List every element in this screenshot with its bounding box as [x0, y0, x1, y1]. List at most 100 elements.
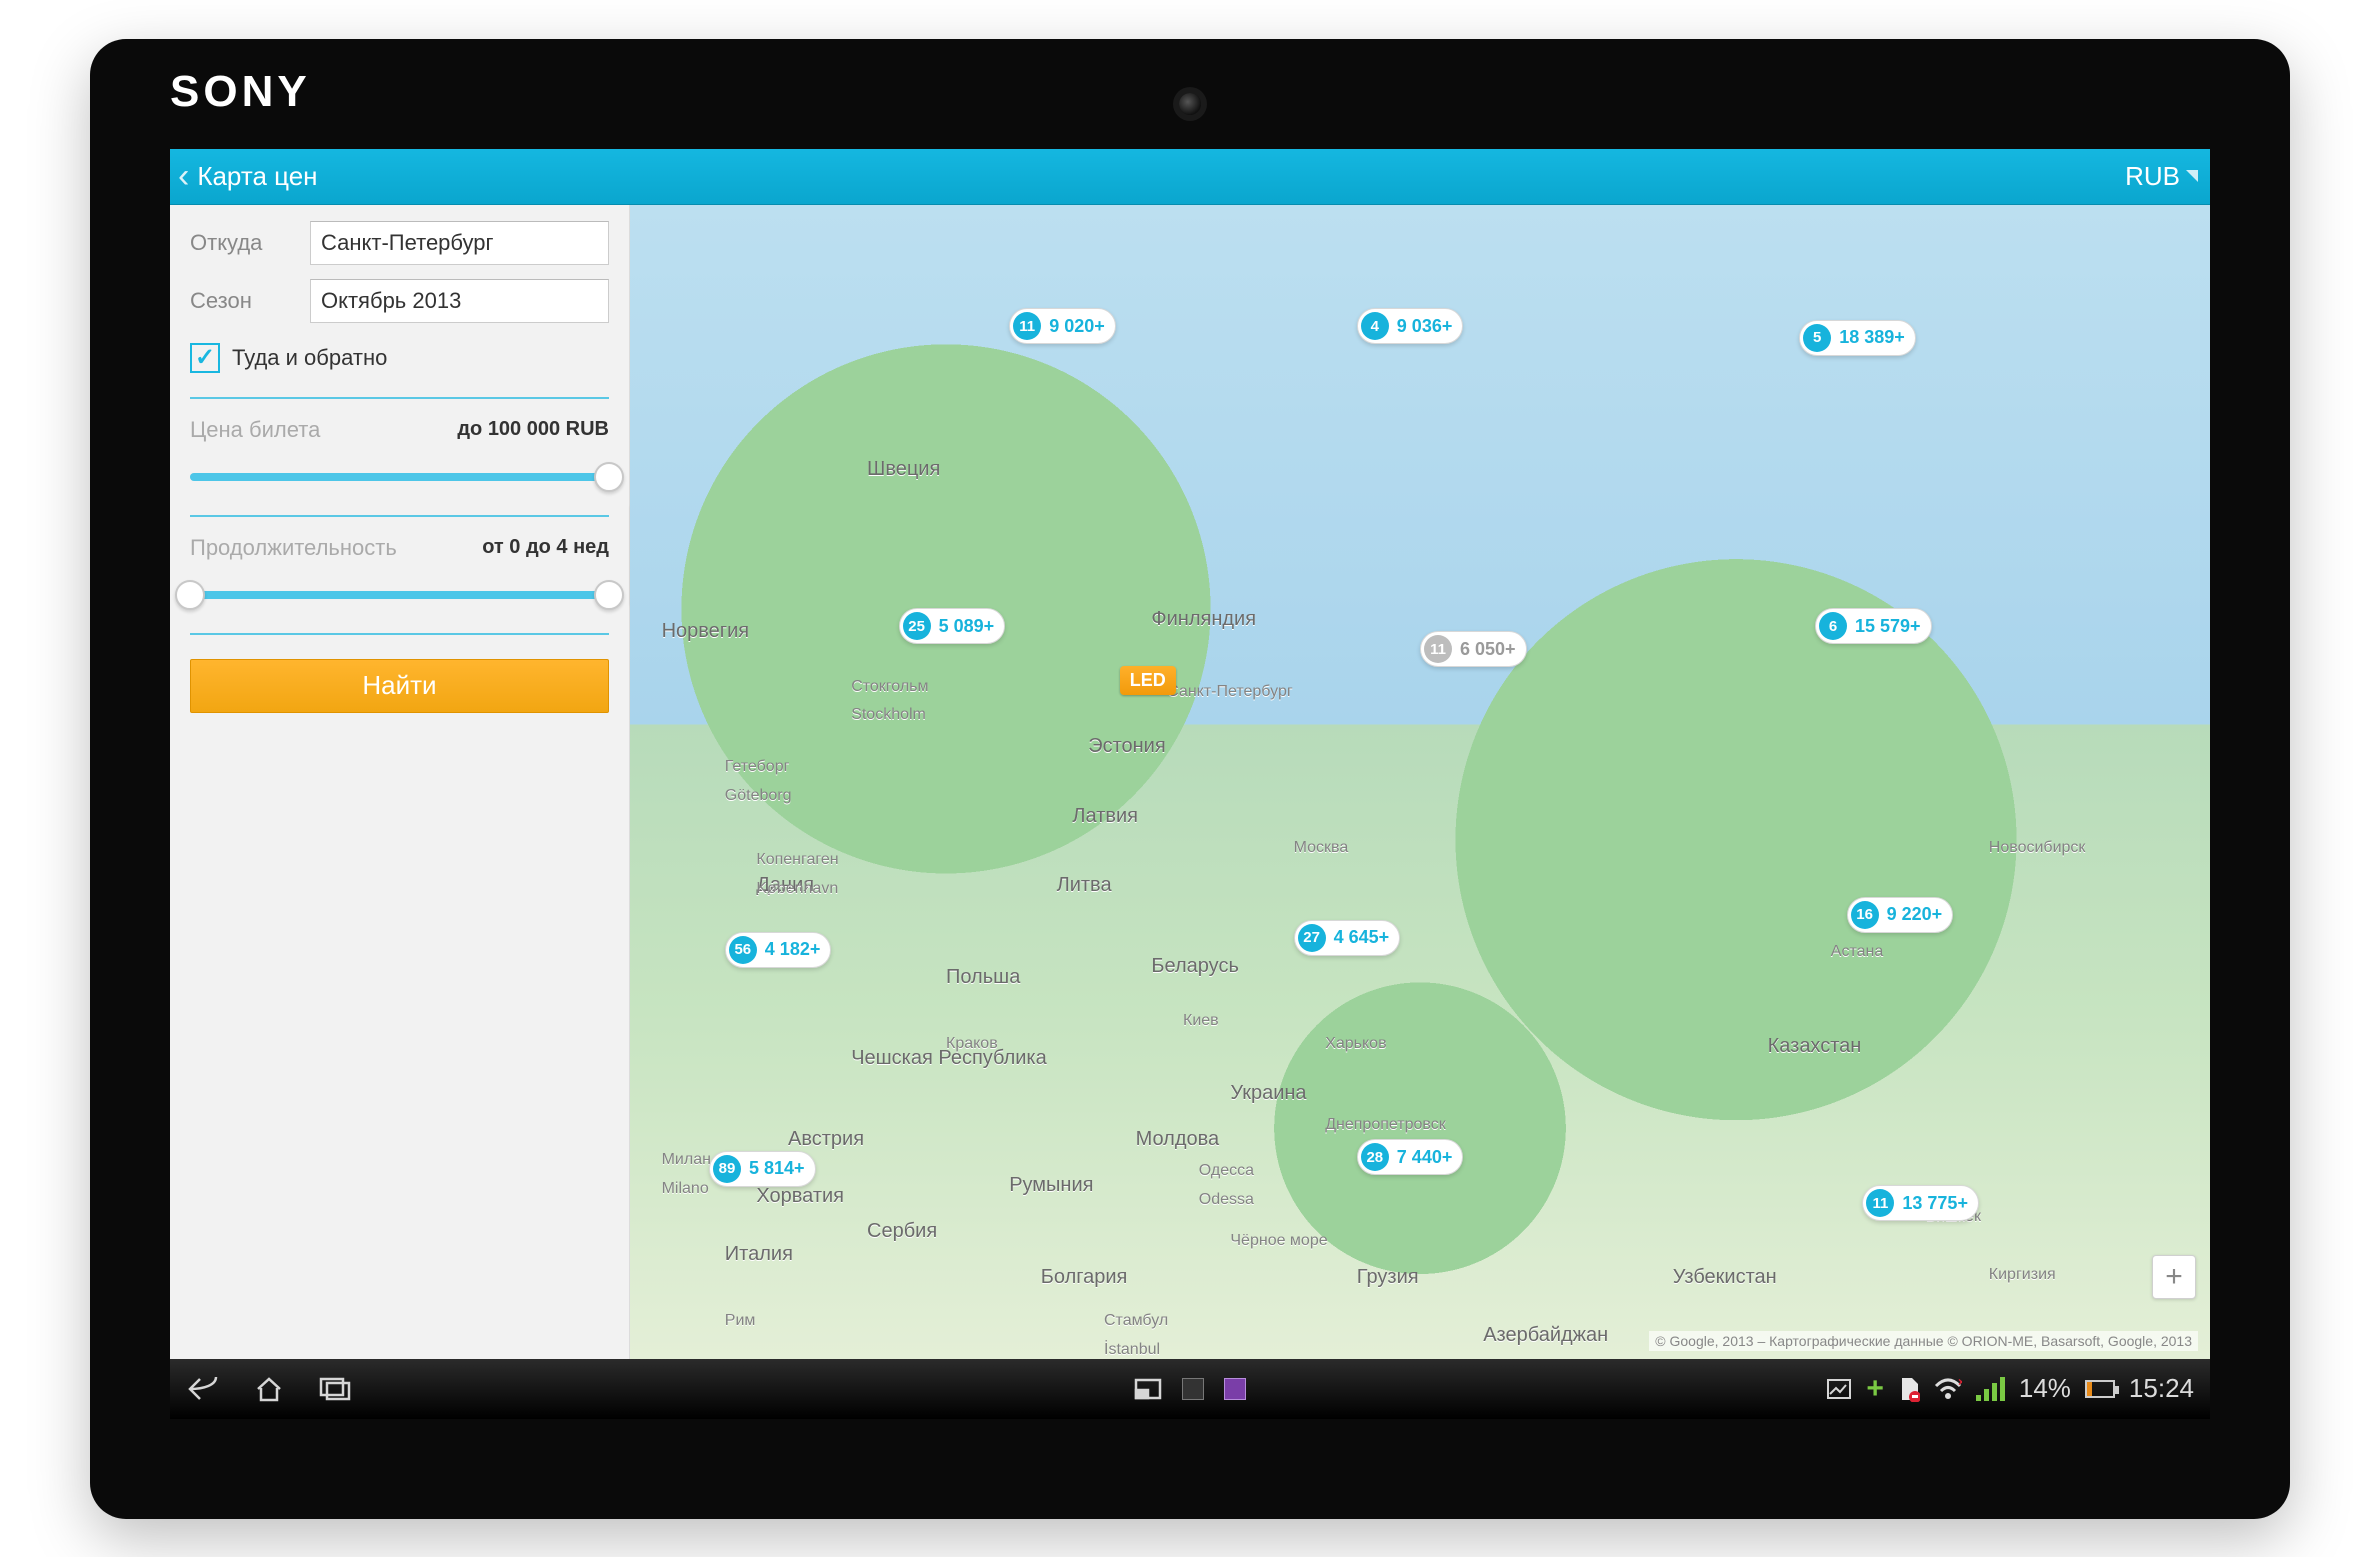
- price-pin[interactable]: 255 089+: [899, 608, 1006, 644]
- price-pin-value: 7 440+: [1397, 1147, 1453, 1168]
- price-pin[interactable]: 1113 775+: [1862, 1185, 1979, 1221]
- back-button[interactable]: ‹ Карта цен: [178, 159, 318, 193]
- map-place-label: Stockholm: [851, 706, 926, 724]
- price-pin[interactable]: 28 7 440+: [1357, 1139, 1464, 1175]
- price-pin-count: 4: [1361, 312, 1389, 340]
- duration-thumb-max[interactable]: [594, 580, 624, 610]
- roundtrip-row[interactable]: ✓ Туда и обратно: [190, 337, 609, 379]
- price-pin[interactable]: 116 050+: [1420, 631, 1527, 667]
- divider: [190, 397, 609, 399]
- from-field-row: Откуда Санкт-Петербург: [190, 221, 609, 265]
- map-place-label: Стамбул: [1104, 1312, 1168, 1330]
- price-pin-value: 4 182+: [765, 939, 821, 960]
- map-place-label: Копенгаген: [756, 851, 838, 869]
- recents-softkey[interactable]: [318, 1376, 352, 1402]
- duration-header: Продолжительность от 0 до 4 нед: [190, 535, 609, 561]
- map-place-label: Чёрное море: [1230, 1232, 1327, 1250]
- price-pin-value: 4 645+: [1334, 927, 1390, 948]
- price-pin-count: 11: [1013, 312, 1041, 340]
- map-place-label: Польша: [946, 966, 1020, 989]
- price-pin-count: 11: [1424, 635, 1452, 663]
- map-place-label: Киев: [1183, 1012, 1219, 1030]
- price-pin[interactable]: 4 9 036+: [1357, 308, 1464, 344]
- map-place-label: Литва: [1057, 874, 1112, 897]
- currency-label: RUB: [2125, 161, 2180, 192]
- recent-app-thumb[interactable]: [1224, 1378, 1246, 1400]
- origin-pin[interactable]: LED: [1120, 666, 1176, 695]
- map-place-label: Сербия: [867, 1220, 937, 1243]
- map-place-label: Швеция: [867, 458, 940, 481]
- map-place-label: Грузия: [1357, 1266, 1419, 1289]
- price-pin[interactable]: 169 220+: [1847, 897, 1954, 933]
- tablet-frame: SONY ‹ Карта цен RUB Откуда Санкт-Петерб…: [90, 39, 2290, 1519]
- price-label: Цена билета: [190, 417, 320, 443]
- price-pin-count: 5: [1803, 324, 1831, 352]
- price-pin-value: 9 036+: [1397, 316, 1453, 337]
- price-pin-value: 9 220+: [1887, 904, 1943, 925]
- map-place-label: Киргизия: [1989, 1266, 2056, 1284]
- duration-thumb-min[interactable]: [175, 580, 205, 610]
- search-button-label: Найти: [362, 670, 436, 701]
- roundtrip-checkbox[interactable]: ✓: [190, 343, 220, 373]
- map-place-label: Москва: [1294, 839, 1349, 857]
- price-slider[interactable]: [190, 457, 609, 497]
- season-value: Октябрь 2013: [321, 288, 461, 314]
- screen: ‹ Карта цен RUB Откуда Санкт-Петербург С…: [170, 149, 2210, 1419]
- price-pin[interactable]: 274 645+: [1294, 920, 1401, 956]
- duration-slider[interactable]: [190, 575, 609, 615]
- map-place-label: Краков: [946, 1035, 998, 1053]
- price-pin[interactable]: 11 9 020+: [1009, 308, 1116, 344]
- map-place-label: Болгария: [1041, 1266, 1128, 1289]
- zoom-in-button[interactable]: +: [2152, 1255, 2196, 1299]
- map-place-label: Рим: [725, 1312, 756, 1330]
- price-map[interactable]: + © Google, 2013 – Картографические данн…: [630, 205, 2210, 1359]
- map-place-label: Стокгольм: [851, 678, 928, 696]
- clock: 15:24: [2129, 1373, 2194, 1404]
- price-pin[interactable]: 56 4 182+: [725, 932, 832, 968]
- chevron-down-icon: [2186, 170, 2198, 182]
- main-content: Откуда Санкт-Петербург Сезон Октябрь 201…: [170, 205, 2210, 1359]
- battery-icon: [2085, 1380, 2115, 1398]
- price-thumb[interactable]: [594, 462, 624, 492]
- map-place-label: İstanbul: [1104, 1341, 1160, 1358]
- price-pin[interactable]: 895 814+: [709, 1151, 816, 1187]
- from-value: Санкт-Петербург: [321, 230, 494, 256]
- price-pin-count: 28: [1361, 1143, 1389, 1171]
- season-input[interactable]: Октябрь 2013: [310, 279, 609, 323]
- currency-selector[interactable]: RUB: [2125, 161, 2198, 192]
- price-pin[interactable]: 518 389+: [1799, 320, 1916, 356]
- from-label: Откуда: [190, 230, 310, 256]
- map-place-label: Харьков: [1325, 1035, 1386, 1053]
- map-place-label: Норвегия: [662, 620, 750, 643]
- back-softkey[interactable]: [186, 1375, 220, 1403]
- from-input[interactable]: Санкт-Петербург: [310, 221, 609, 265]
- price-pin-count: 11: [1866, 1189, 1894, 1217]
- map-place-label: Odessa: [1199, 1191, 1254, 1209]
- map-place-label: Milano: [662, 1180, 709, 1198]
- duration-label: Продолжительность: [190, 535, 397, 561]
- price-pin[interactable]: 6 15 579+: [1815, 608, 1932, 644]
- divider: [190, 515, 609, 517]
- home-softkey[interactable]: [254, 1375, 284, 1403]
- wifi-icon: ×: [1934, 1378, 1962, 1400]
- recent-app-thumb[interactable]: [1182, 1378, 1204, 1400]
- page-title: Карта цен: [197, 161, 317, 192]
- duration-value: от 0 до 4 нед: [482, 536, 609, 559]
- price-pin-count: 6: [1819, 612, 1847, 640]
- price-pin-value: 5 814+: [749, 1158, 805, 1179]
- map-place-label: Днепропетровск: [1325, 1116, 1446, 1134]
- map-place-label: Австрия: [788, 1128, 864, 1151]
- sim-error-icon: [1898, 1376, 1920, 1402]
- map-place-label: Астана: [1831, 943, 1883, 961]
- small-apps-icon[interactable]: [1134, 1378, 1162, 1400]
- map-place-label: Хорватия: [756, 1185, 844, 1208]
- price-pin-count: 25: [903, 612, 931, 640]
- map-place-label: Казахстан: [1768, 1035, 1862, 1058]
- price-pin-value: 9 020+: [1049, 316, 1105, 337]
- price-pin-value: 15 579+: [1855, 616, 1921, 637]
- gallery-status-icon[interactable]: [1826, 1378, 1852, 1400]
- map-place-label: Румыния: [1009, 1174, 1093, 1197]
- price-pin-count: 56: [729, 936, 757, 964]
- search-button[interactable]: Найти: [190, 659, 609, 713]
- map-attribution: © Google, 2013 – Картографические данные…: [1649, 1331, 2198, 1351]
